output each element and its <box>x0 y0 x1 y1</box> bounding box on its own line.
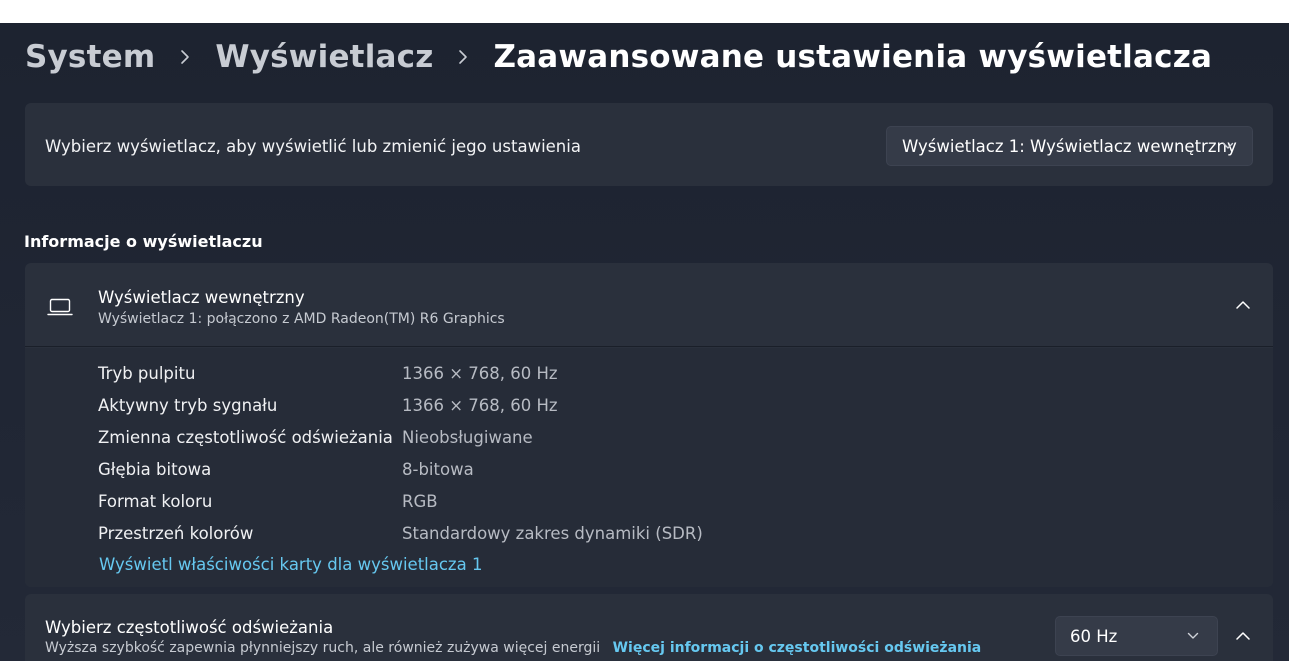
display-select-dropdown[interactable]: Wyświetlacz 1: Wyświetlacz wewnętrzny <box>886 126 1253 166</box>
refresh-rate-description: Wyższa szybkość zapewnia płynniejszy ruc… <box>45 640 981 656</box>
property-label: Przestrzeń kolorów <box>98 524 254 543</box>
settings-window: System Wyświetlacz Zaawansowane ustawien… <box>0 23 1289 661</box>
chevron-right-icon <box>179 49 191 65</box>
refresh-rate-description-text: Wyższa szybkość zapewnia płynniejszy ruc… <box>45 640 601 656</box>
property-label: Tryb pulpitu <box>98 364 196 383</box>
laptop-icon <box>47 297 73 317</box>
display-info-card: Wyświetlacz wewnętrzny Wyświetlacz 1: po… <box>25 263 1273 587</box>
refresh-rate-card: Wybierz częstotliwość odświeżania Wyższa… <box>25 594 1273 661</box>
property-value: 1366 × 768, 60 Hz <box>402 396 558 415</box>
refresh-rate-value: 60 Hz <box>1070 626 1118 646</box>
refresh-rate-dropdown[interactable]: 60 Hz <box>1055 616 1218 656</box>
chevron-down-icon <box>1222 142 1234 150</box>
property-label: Aktywny tryb sygnału <box>98 396 278 415</box>
page-title: Zaawansowane ustawienia wyświetlacza <box>493 39 1213 75</box>
display-info-header[interactable]: Wyświetlacz wewnętrzny Wyświetlacz 1: po… <box>25 263 1273 347</box>
property-value: Standardowy zakres dynamiki (SDR) <box>402 524 703 543</box>
property-value: Nieobsługiwane <box>402 428 533 447</box>
select-display-card: Wybierz wyświetlacz, aby wyświetlić lub … <box>25 103 1273 186</box>
property-value: 1366 × 768, 60 Hz <box>402 364 558 383</box>
adapter-properties-link[interactable]: Wyświetl właściwości karty dla wyświetla… <box>99 555 482 574</box>
property-value: 8-bitowa <box>402 460 474 479</box>
display-info-body: Tryb pulpitu 1366 × 768, 60 Hz Aktywny t… <box>25 348 1273 587</box>
chevron-right-icon <box>457 49 469 65</box>
chevron-down-icon <box>1187 632 1199 640</box>
refresh-rate-title: Wybierz częstotliwość odświeżania <box>45 618 334 637</box>
chevron-up-icon[interactable] <box>1233 626 1253 646</box>
display-connection-info: Wyświetlacz 1: połączono z AMD Radeon(TM… <box>98 311 505 327</box>
property-label: Głębia bitowa <box>98 460 212 479</box>
property-value: RGB <box>402 492 438 511</box>
property-label: Zmienna częstotliwość odświeżania <box>98 428 393 447</box>
display-name: Wyświetlacz wewnętrzny <box>98 288 305 307</box>
breadcrumb: System Wyświetlacz Zaawansowane ustawien… <box>25 34 1212 80</box>
select-display-label: Wybierz wyświetlacz, aby wyświetlić lub … <box>45 137 581 156</box>
breadcrumb-item-system[interactable]: System <box>25 39 155 75</box>
chevron-up-icon[interactable] <box>1233 295 1253 315</box>
refresh-rate-more-info-link[interactable]: Więcej informacji o częstotliwości odświ… <box>613 640 982 656</box>
breadcrumb-item-display[interactable]: Wyświetlacz <box>215 39 433 75</box>
property-label: Format koloru <box>98 492 213 511</box>
display-info-section-title: Informacje o wyświetlaczu <box>24 232 263 251</box>
display-select-value: Wyświetlacz 1: Wyświetlacz wewnętrzny <box>902 136 1237 156</box>
